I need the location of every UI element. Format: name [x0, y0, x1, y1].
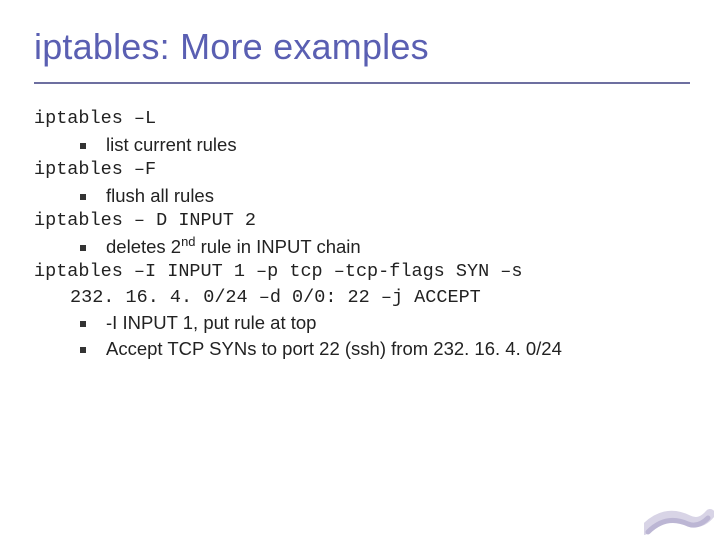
bullet-text-post: rule in INPUT chain	[195, 236, 360, 257]
code-line-2: iptables –F	[34, 157, 690, 183]
ordinal-sup: nd	[181, 233, 195, 248]
code-line-4: iptables –I INPUT 1 –p tcp –tcp-flags SY…	[34, 259, 690, 310]
bullet-text: flush all rules	[106, 183, 214, 209]
slide-body: iptables –L list current rules iptables …	[34, 106, 690, 361]
code-line-4b: 232. 16. 4. 0/24 –d 0/0: 22 –j ACCEPT	[34, 285, 690, 311]
bullet-text: deletes 2nd rule in INPUT chain	[106, 234, 361, 260]
bullet-text-pre: deletes 2	[106, 236, 181, 257]
code-line-1: iptables –L	[34, 106, 690, 132]
bullet-text: Accept TCP SYNs to port 22 (ssh) from 23…	[106, 336, 562, 362]
bullet-text: -I INPUT 1, put rule at top	[106, 310, 316, 336]
bullet-item: flush all rules	[34, 183, 690, 209]
bullet-item: Accept TCP SYNs to port 22 (ssh) from 23…	[34, 336, 690, 362]
code-line-4a: iptables –I INPUT 1 –p tcp –tcp-flags SY…	[34, 261, 522, 282]
bullet-marker	[80, 347, 86, 353]
bullet-marker	[80, 321, 86, 327]
code-line-3: iptables – D INPUT 2	[34, 208, 690, 234]
bullet-marker	[80, 143, 86, 149]
title-underline	[34, 82, 690, 84]
bullet-item: -I INPUT 1, put rule at top	[34, 310, 690, 336]
bullet-marker	[80, 245, 86, 251]
bullet-item: deletes 2nd rule in INPUT chain	[34, 234, 690, 260]
corner-brush-icon	[644, 500, 714, 536]
bullet-text: list current rules	[106, 132, 237, 158]
slide-title: iptables: More examples	[34, 20, 690, 82]
bullet-marker	[80, 194, 86, 200]
bullet-item: list current rules	[34, 132, 690, 158]
